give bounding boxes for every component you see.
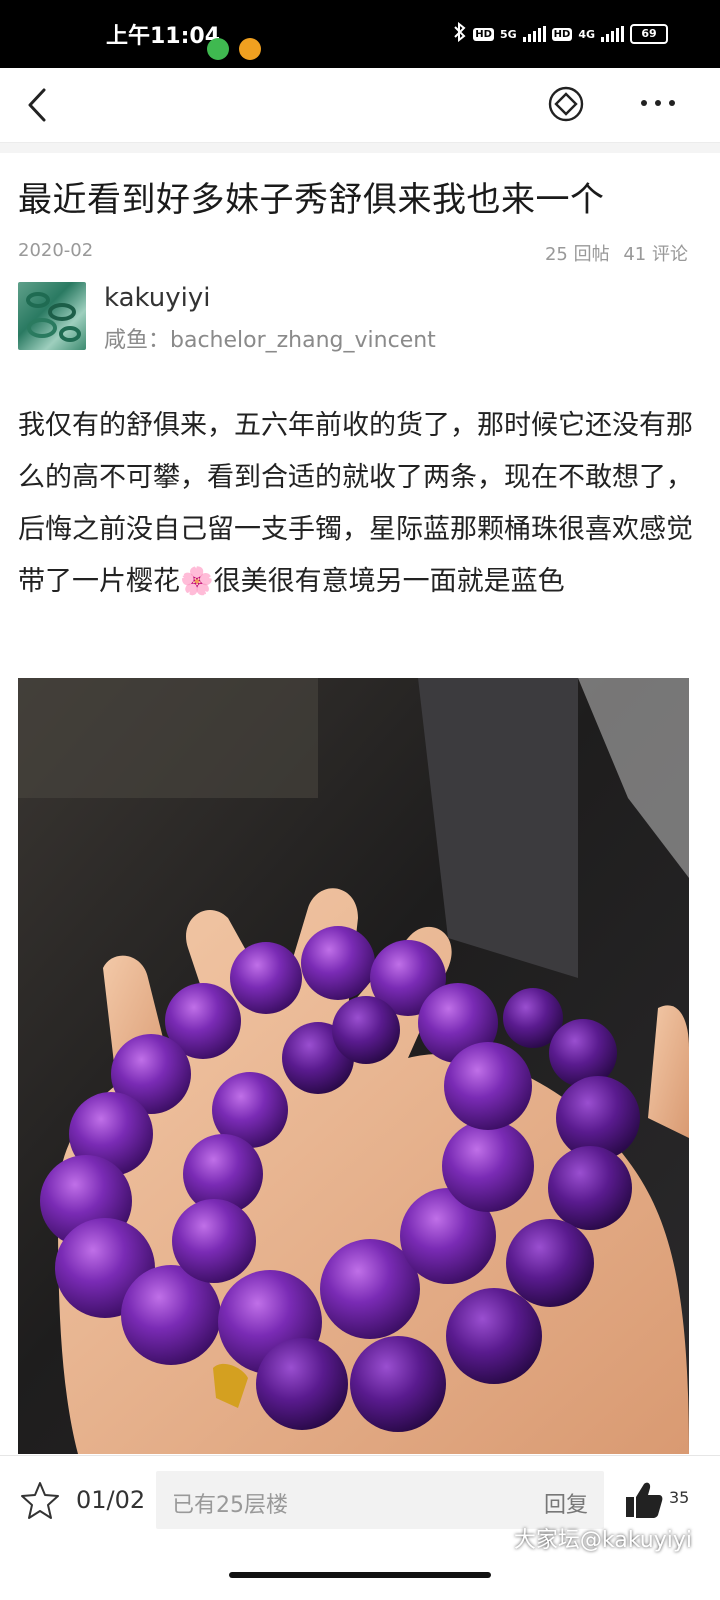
signal-icon — [522, 26, 546, 42]
like-count: 35 — [669, 1488, 690, 1507]
status-time: 上午11:04 — [106, 24, 221, 49]
chevron-left-icon[interactable] — [24, 86, 54, 124]
page-indicator[interactable]: 01/02 — [76, 1486, 145, 1514]
post-photo[interactable] — [18, 678, 689, 1454]
bluetooth-icon — [453, 21, 467, 46]
reply-input[interactable]: 已有25层楼 回复 — [156, 1471, 604, 1529]
network-4g-label: 4G — [578, 27, 595, 41]
reply-placeholder: 已有25层楼 — [172, 1493, 288, 1518]
post-title: 最近看到好多妹子秀舒俱来我也来一个 — [18, 180, 605, 220]
status-bar: 上午11:04 HD 5G HD 4G 69 — [0, 0, 720, 68]
diamond-share-icon[interactable] — [547, 85, 585, 123]
avatar[interactable] — [18, 282, 86, 350]
reply-button[interactable]: 回复 — [544, 1487, 588, 1519]
comment-count: 41 评论 — [623, 244, 688, 265]
status-indicators: HD 5G HD 4G 69 — [453, 21, 668, 46]
top-nav-bar — [0, 68, 720, 143]
reply-count: 25 回帖 — [544, 244, 610, 265]
watermark: 大家坛@kakuyiyi — [513, 1528, 692, 1553]
hd-badge: HD — [473, 27, 494, 41]
star-icon[interactable] — [20, 1480, 60, 1524]
post-body: 我仅有的舒俱来，五六年前收的货了，那时候它还没有那么的高不可攀，看到合适的就收了… — [18, 410, 693, 597]
battery-icon: 69 — [630, 24, 668, 44]
post-stats: 25 回帖 41 评论 — [537, 240, 688, 266]
wechat-notification-icon — [207, 38, 229, 60]
thumbs-up-icon[interactable] — [624, 1480, 664, 1524]
signal-icon-2 — [601, 26, 624, 42]
more-dots-icon[interactable] — [639, 93, 679, 113]
divider — [0, 143, 720, 153]
author-subtitle: 咸鱼：bachelor_zhang_vincent — [104, 328, 436, 353]
app-notification-icon — [239, 38, 261, 60]
hd-badge-2: HD — [551, 27, 573, 41]
author-name[interactable]: kakuyiyi — [104, 283, 211, 313]
post-date: 2020-02 — [18, 240, 94, 261]
network-5g-label: 5G — [499, 27, 517, 41]
home-indicator[interactable] — [229, 1572, 491, 1578]
